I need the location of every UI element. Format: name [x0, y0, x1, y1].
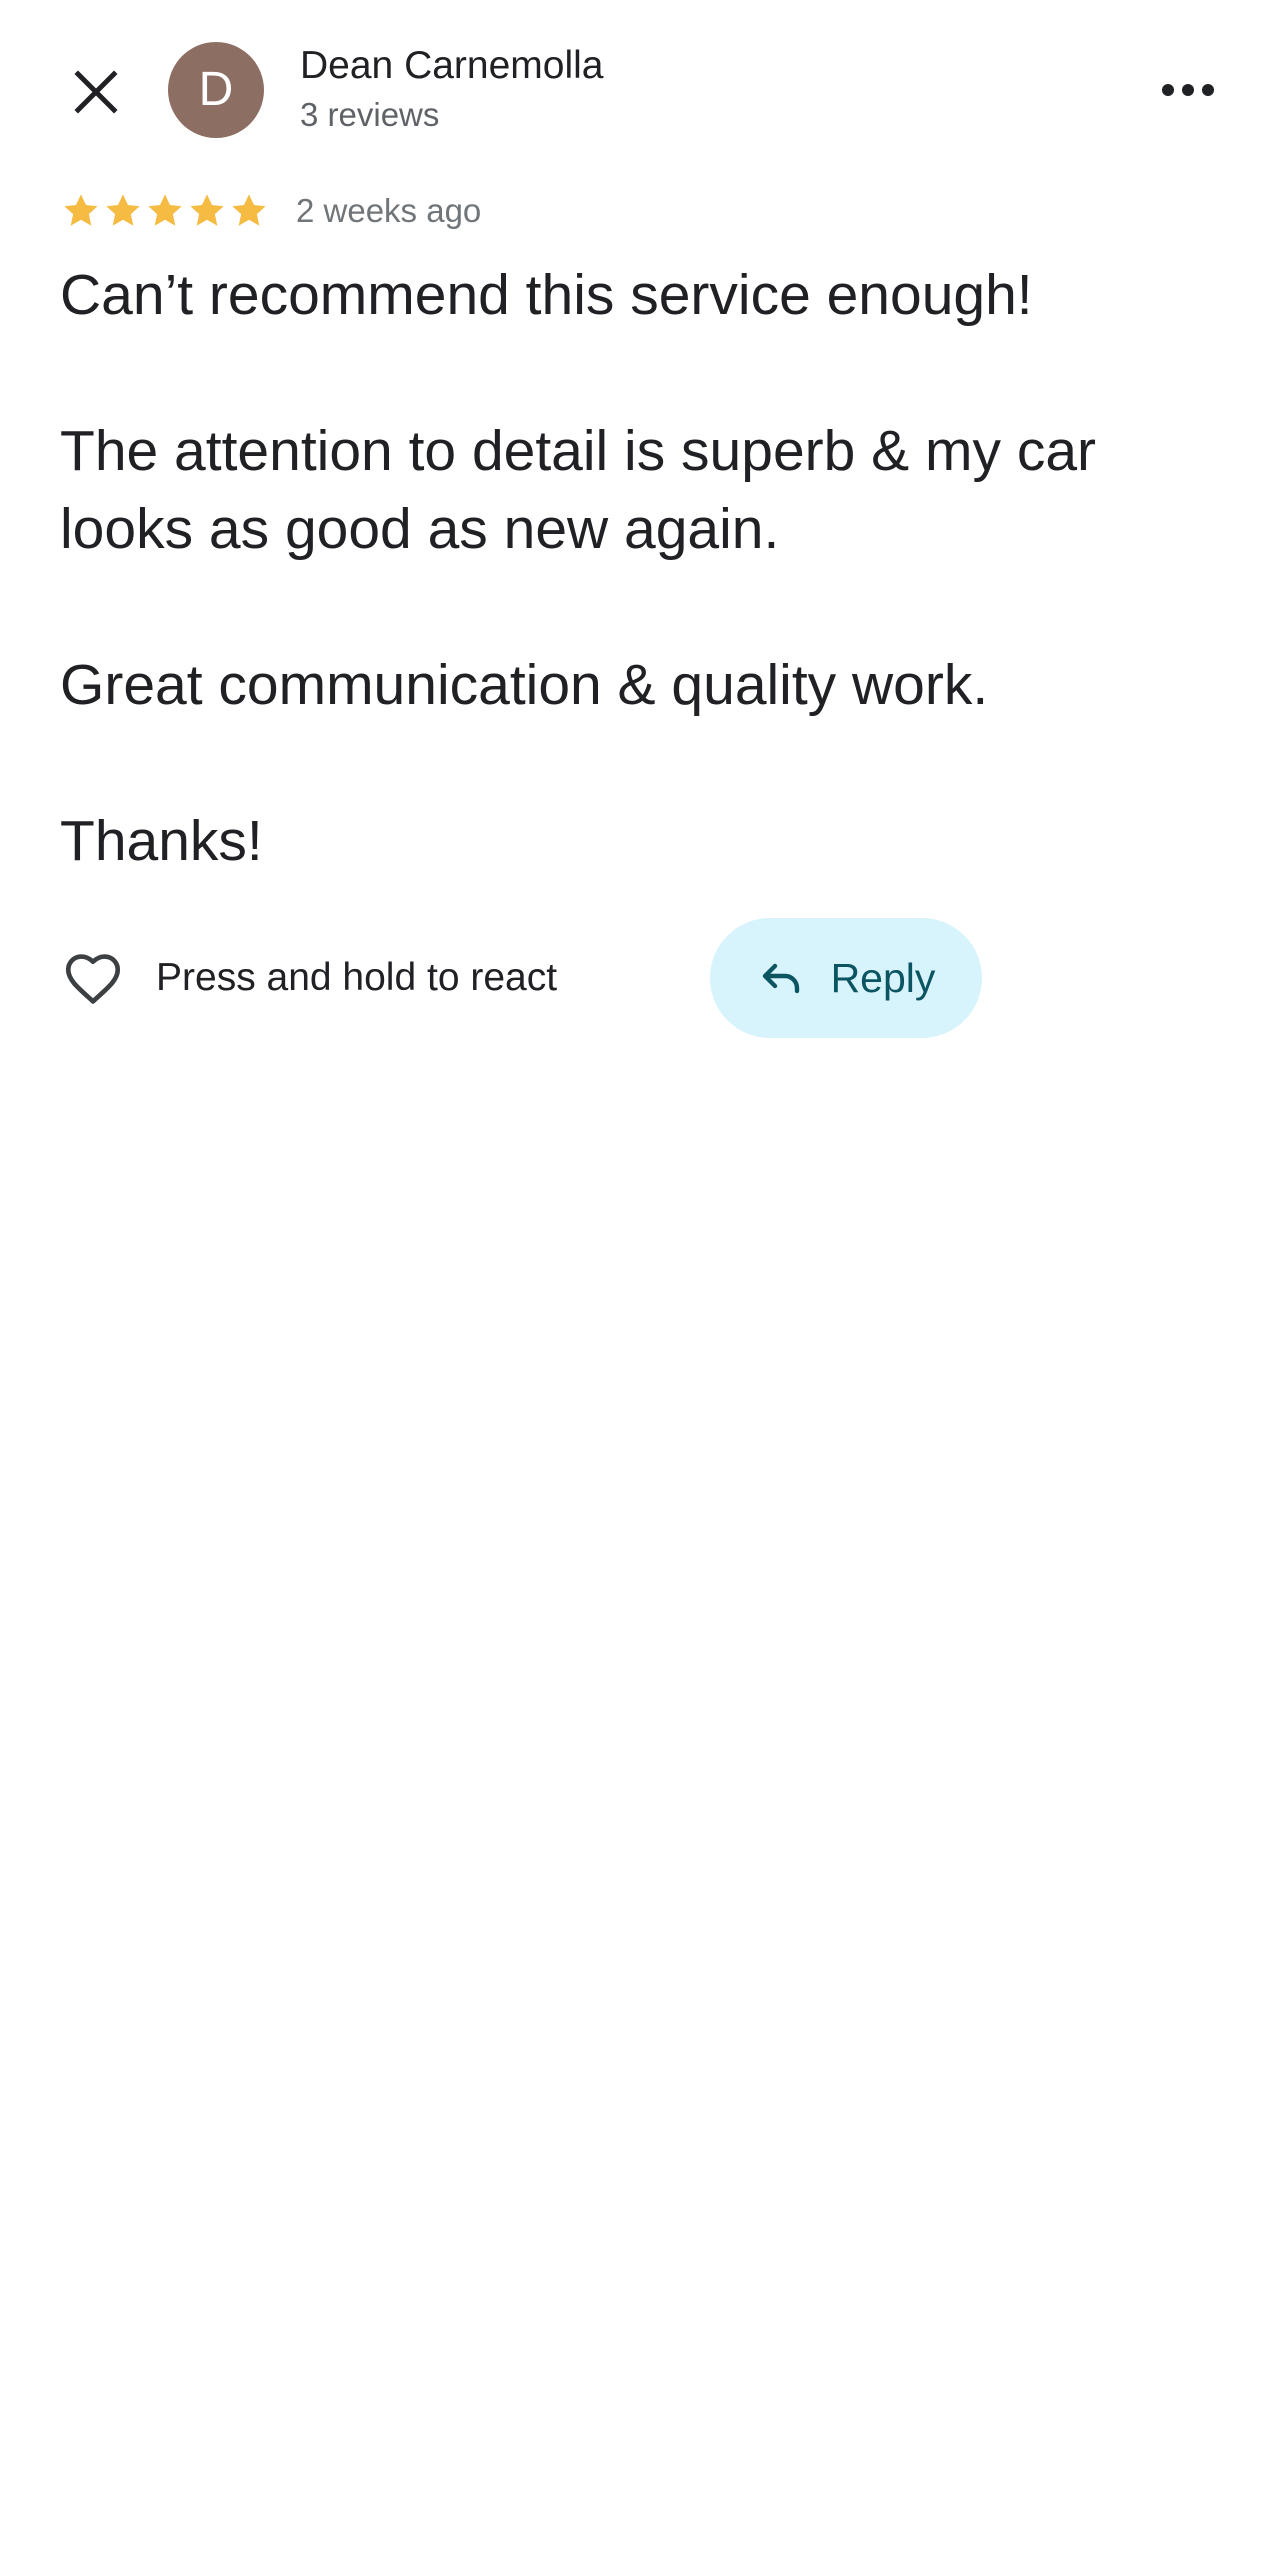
star-icon: [232, 194, 266, 226]
react-button[interactable]: Press and hold to react: [60, 918, 557, 1038]
review-text: Can’t recommend this service enough! The…: [60, 256, 1240, 880]
reply-button[interactable]: Reply: [710, 918, 982, 1038]
star-icon: [190, 194, 224, 226]
star-icon: [148, 194, 182, 226]
review-date: 2 weeks ago: [296, 192, 482, 229]
star-rating: [60, 190, 270, 232]
close-button[interactable]: [50, 46, 142, 138]
review-paragraph: The attention to detail is superb & my c…: [60, 419, 1097, 561]
review-detail-page: D Dean Carnemolla 3 reviews 2 weeks ago …: [0, 0, 1284, 2570]
rating-row: 2 weeks ago: [60, 186, 481, 236]
author-review-count: 3 reviews: [300, 96, 440, 133]
reply-label: Reply: [830, 954, 936, 1001]
author-name[interactable]: Dean Carnemolla: [300, 44, 604, 88]
react-label: Press and hold to react: [156, 956, 558, 999]
avatar[interactable]: D: [168, 42, 264, 138]
review-paragraph: Can’t recommend this service enough!: [60, 263, 1033, 327]
close-icon: [74, 70, 118, 114]
review-paragraph: Great communication & quality work.: [60, 653, 989, 717]
review-paragraph: Thanks!: [60, 809, 263, 873]
star-icon: [64, 194, 98, 226]
star-icon: [106, 194, 140, 226]
avatar-initial: D: [198, 63, 234, 116]
heart-outline-icon: [65, 954, 121, 1004]
review-header: D Dean Carnemolla 3 reviews: [0, 0, 1284, 180]
more-options-button[interactable]: [1148, 60, 1228, 120]
more-horizontal-icon: [1162, 84, 1214, 96]
reply-arrow-icon: [762, 963, 799, 994]
